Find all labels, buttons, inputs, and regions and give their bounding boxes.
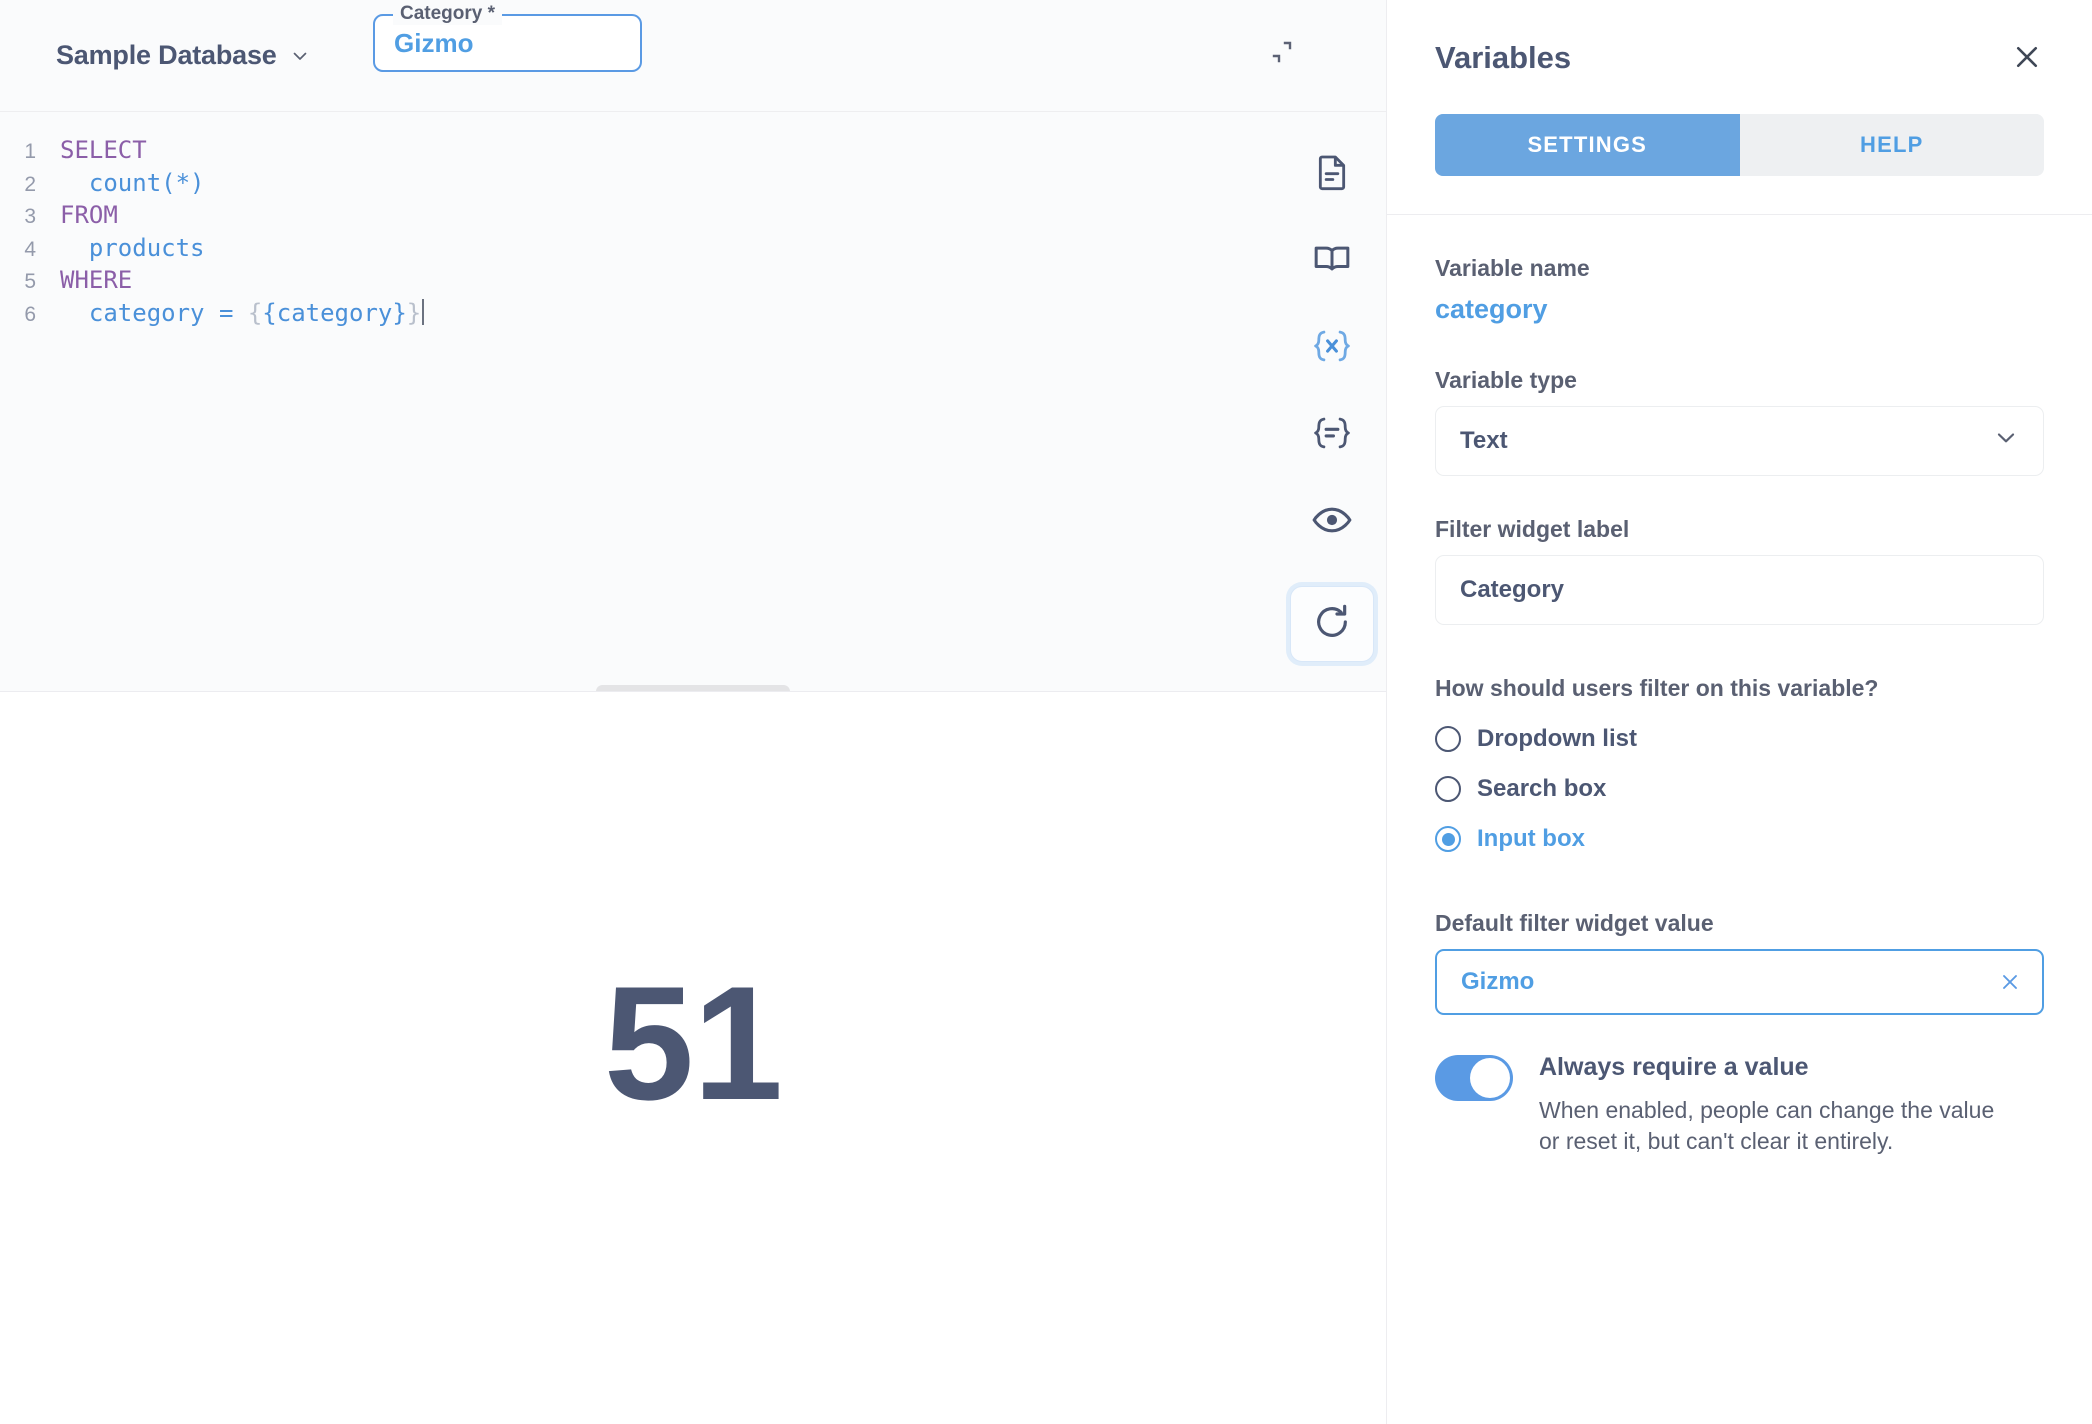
- required-asterisk: *: [487, 3, 496, 24]
- variable-type-label: Variable type: [1435, 367, 1577, 393]
- require-value-row: Always require a value When enabled, peo…: [1435, 1053, 2044, 1157]
- filter-widget-label-group: Filter widget label Category: [1435, 516, 2044, 625]
- default-value-text: Gizmo: [1461, 968, 1535, 995]
- require-value-description: When enabled, people can change the valu…: [1539, 1096, 1995, 1155]
- code-line[interactable]: 4 products: [0, 232, 1386, 265]
- code-text: category = {{category}}: [60, 297, 425, 330]
- radio-label: Input box: [1477, 825, 1585, 852]
- close-icon[interactable]: [1998, 970, 2022, 994]
- code-text: products: [60, 233, 205, 262]
- chevron-down-icon: [1993, 425, 2019, 458]
- tab-settings[interactable]: SETTINGS: [1435, 114, 1740, 176]
- code-line[interactable]: 2 count(*): [0, 167, 1386, 200]
- filter-type-group: How should users filter on this variable…: [1435, 675, 2044, 864]
- radio-dropdown-list[interactable]: Dropdown list: [1435, 714, 2044, 764]
- category-filter-value[interactable]: Gizmo: [394, 28, 473, 59]
- code-line[interactable]: 5 WHERE: [0, 264, 1386, 297]
- code-line[interactable]: 3 FROM: [0, 199, 1386, 232]
- database-picker[interactable]: Sample Database: [56, 40, 309, 71]
- category-filter-label: Category *: [393, 3, 503, 25]
- panel-header: Variables: [1387, 0, 2092, 76]
- query-results: 51: [0, 692, 1386, 1424]
- variable-type-value: Text: [1460, 427, 1508, 454]
- variable-name-label: Variable name: [1435, 255, 1590, 281]
- radio-search-box[interactable]: Search box: [1435, 764, 2044, 814]
- app-root: Sample Database Category * Gizmo 1 SELEC…: [0, 0, 2092, 1424]
- document-icon[interactable]: [1300, 140, 1364, 204]
- panel-body: Variable name category Variable type Tex…: [1387, 215, 2092, 1424]
- contract-icon[interactable]: [1262, 30, 1304, 72]
- code-text: count(*): [88, 168, 205, 197]
- database-name: Sample Database: [56, 40, 277, 70]
- variables-icon[interactable]: [1300, 314, 1364, 378]
- query-editor-pane: Sample Database Category * Gizmo 1 SELEC…: [0, 0, 1386, 1424]
- category-filter-widget[interactable]: Category * Gizmo: [373, 3, 642, 72]
- line-number: 6: [24, 302, 36, 326]
- code-text: WHERE: [60, 266, 133, 294]
- panel-title: Variables: [1435, 40, 1572, 75]
- scalar-result-value: 51: [603, 953, 783, 1134]
- radio-icon-selected: [1435, 826, 1461, 852]
- radio-input-box[interactable]: Input box: [1435, 814, 2044, 864]
- filter-widget-label-label: Filter widget label: [1435, 516, 1630, 542]
- run-query-button[interactable]: [1290, 586, 1374, 662]
- variable-type-group: Variable type Text: [1435, 367, 2044, 476]
- filter-type-question: How should users filter on this variable…: [1435, 675, 1879, 701]
- radio-icon: [1435, 776, 1461, 802]
- format-icon[interactable]: [1300, 401, 1364, 465]
- eye-icon[interactable]: [1300, 488, 1364, 552]
- toggle-knob: [1470, 1058, 1510, 1098]
- editor-resize-strip[interactable]: [0, 684, 1386, 691]
- default-value-group: Default filter widget value Gizmo: [1435, 910, 2044, 1015]
- filter-widget-label-input[interactable]: Category: [1435, 555, 2044, 625]
- variable-type-select[interactable]: Text: [1435, 406, 2044, 476]
- text-caret: [422, 298, 425, 325]
- line-number: 2: [24, 172, 36, 196]
- line-number: 1: [24, 140, 36, 163]
- always-require-toggle[interactable]: [1435, 1055, 1513, 1101]
- radio-label: Search box: [1477, 775, 1607, 802]
- default-value-label: Default filter widget value: [1435, 910, 1714, 936]
- book-icon[interactable]: [1300, 227, 1364, 291]
- refresh-icon: [1312, 602, 1352, 647]
- close-icon[interactable]: [2010, 40, 2044, 74]
- line-number: 5: [24, 270, 36, 293]
- require-value-text: Always require a value When enabled, peo…: [1539, 1053, 2009, 1157]
- code-line[interactable]: 1 SELECT: [0, 134, 1386, 167]
- filter-widget-label-value: Category: [1460, 576, 1565, 603]
- category-filter-label-text: Category: [400, 3, 483, 24]
- panel-tabs: SETTINGS HELP: [1435, 114, 2044, 176]
- variable-name-group: Variable name category: [1435, 255, 2044, 325]
- code-lines[interactable]: 1 SELECT 2 count(*) 3 FROM 4 products 5 WHERE 6 …: [0, 112, 1386, 329]
- require-value-title: Always require a value: [1539, 1053, 1809, 1081]
- variable-name-value: category: [1435, 294, 1548, 324]
- code-line[interactable]: 6 category = {{category}}: [0, 297, 1386, 330]
- variables-side-panel: Variables SETTINGS HELP Variable name ca…: [1386, 0, 2092, 1424]
- editor-icon-rail: [1278, 112, 1386, 691]
- default-value-input[interactable]: Gizmo: [1435, 949, 2044, 1015]
- radio-label: Dropdown list: [1477, 725, 1637, 752]
- chevron-down-icon: [291, 47, 309, 65]
- resize-handle[interactable]: [596, 684, 790, 691]
- line-number: 3: [24, 205, 36, 228]
- line-number: 4: [24, 237, 36, 261]
- tab-help[interactable]: HELP: [1739, 114, 2044, 176]
- code-text: FROM: [60, 201, 118, 229]
- radio-icon: [1435, 726, 1461, 752]
- code-text: SELECT: [60, 136, 147, 164]
- editor-header: Sample Database Category * Gizmo: [0, 0, 1386, 112]
- sql-code-area[interactable]: 1 SELECT 2 count(*) 3 FROM 4 products 5 WHERE 6 …: [0, 112, 1386, 692]
